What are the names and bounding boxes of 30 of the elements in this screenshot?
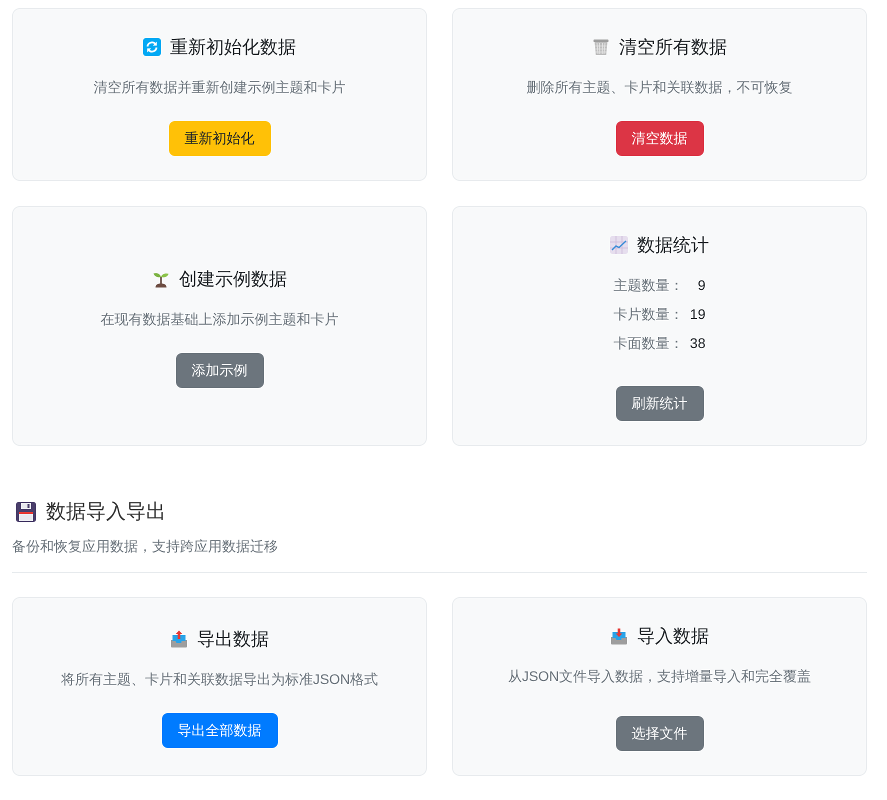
- card-description: 在现有数据基础上添加示例主题和卡片: [100, 310, 338, 328]
- section-title: 数据导入导出: [46, 500, 166, 525]
- stat-value: 38: [688, 334, 706, 353]
- wastebasket-icon: [592, 38, 610, 56]
- stat-label: 主题数量：: [614, 276, 684, 295]
- card-description: 将所有主题、卡片和关联数据导出为标准JSON格式: [60, 670, 378, 689]
- refresh-icon: [143, 38, 161, 56]
- card-title: 清空所有数据: [619, 36, 727, 59]
- stat-label: 卡面数量：: [614, 334, 684, 353]
- inbox-tray-icon: [610, 627, 628, 645]
- action-button[interactable]: 清空数据: [616, 121, 704, 156]
- card-title: 重新初始化数据: [170, 36, 296, 59]
- stat-label: 卡片数量：: [614, 305, 684, 324]
- action-button[interactable]: 选择文件: [616, 716, 704, 751]
- action-button[interactable]: 导出全部数据: [162, 713, 278, 748]
- section-subtitle: 备份和恢复应用数据，支持跨应用数据迁移: [12, 537, 278, 556]
- card-description: 删除所有主题、卡片和关联数据，不可恢复: [526, 78, 792, 97]
- card-title: 数据统计: [637, 234, 709, 257]
- action-button[interactable]: 添加示例: [176, 352, 264, 388]
- outbox-tray-icon: [170, 630, 188, 648]
- action-button[interactable]: 重新初始化: [168, 121, 270, 156]
- card-title: 导入数据: [637, 625, 709, 648]
- card-title: 导出数据: [197, 628, 269, 651]
- card-description: 清空所有数据并重新创建示例主题和卡片: [94, 78, 346, 97]
- card-description: 从JSON文件导入数据，支持增量导入和完全覆盖: [508, 667, 812, 686]
- card-title: 创建示例数据: [179, 268, 287, 290]
- line-chart-icon: [610, 236, 628, 254]
- action-button[interactable]: 刷新统计: [616, 386, 704, 421]
- stat-value: 9: [696, 276, 706, 295]
- stat-value: 19: [688, 305, 706, 324]
